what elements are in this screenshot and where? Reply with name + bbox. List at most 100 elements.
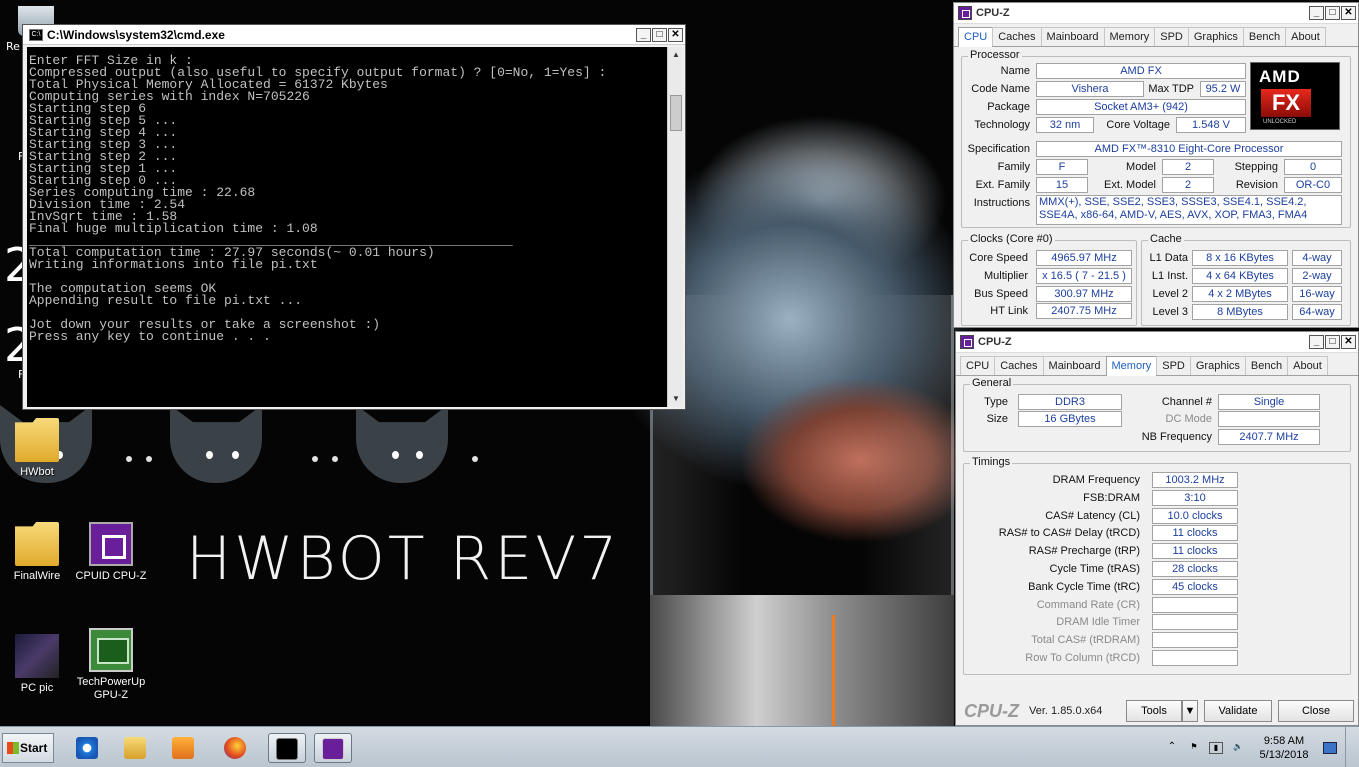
taskbar-cpuz[interactable]: [314, 733, 352, 763]
scroll-thumb[interactable]: [670, 95, 682, 131]
close-app-button[interactable]: Close: [1278, 700, 1354, 722]
show-desktop-button[interactable]: [1345, 727, 1359, 767]
tools-dropdown-icon[interactable]: ▼: [1182, 700, 1198, 722]
channel-label: Channel #: [1161, 396, 1212, 408]
tab-about[interactable]: About: [1285, 27, 1326, 46]
timing-label: DRAM Frequency: [1052, 474, 1140, 486]
console-icon: [276, 738, 298, 760]
wallpaper-dot: [312, 456, 318, 462]
close-button[interactable]: ✕: [668, 27, 683, 42]
name-label: Name: [1000, 65, 1030, 77]
timing-label: RAS# to CAS# Delay (tRCD): [998, 527, 1140, 540]
close-button[interactable]: ✕: [1341, 335, 1356, 349]
maximize-button[interactable]: □: [1325, 335, 1340, 349]
desktop-icon-label: PC pic: [20, 682, 54, 694]
validate-button[interactable]: Validate: [1204, 700, 1272, 722]
cache-level-label: Level 3: [1152, 306, 1188, 318]
close-button[interactable]: ✕: [1341, 6, 1356, 20]
core-voltage-label: Core Voltage: [1106, 119, 1170, 131]
clock[interactable]: 9:58 AM 5/13/2018: [1249, 734, 1319, 762]
cmd-window[interactable]: C:\ C:\Windows\system32\cmd.exe _ □ ✕ En…: [22, 24, 686, 410]
cmd-scrollbar[interactable]: ▲ ▼: [667, 47, 683, 407]
tab-bench[interactable]: Bench: [1242, 27, 1287, 46]
tab-graphics[interactable]: Graphics: [1189, 356, 1246, 375]
scroll-up-icon[interactable]: ▲: [668, 47, 684, 63]
tab-graphics[interactable]: Graphics: [1187, 27, 1244, 46]
desktop-icon-gpuz[interactable]: TechPowerUp GPU-Z: [74, 628, 148, 702]
ext-model-label: Ext. Model: [1104, 179, 1156, 191]
taskbar-firefox[interactable]: [220, 733, 250, 763]
cpuz-titlebar[interactable]: CPU-Z _ □ ✕: [956, 332, 1358, 353]
clock-date: 5/13/2018: [1259, 748, 1309, 761]
tab-memory[interactable]: Memory: [1105, 356, 1158, 376]
volume-icon[interactable]: 🔈: [1231, 742, 1245, 754]
tab-about[interactable]: About: [1287, 356, 1328, 375]
network-icon[interactable]: ▮: [1209, 741, 1223, 754]
tab-cpu[interactable]: CPU: [960, 356, 996, 375]
tab-mainboard[interactable]: Mainboard: [1040, 27, 1105, 46]
desktop-icon-finalwire[interactable]: FinalWire: [0, 522, 74, 583]
desktop-icon-pc-pic[interactable]: PC pic: [0, 634, 74, 695]
cache-way-value: 2-way: [1292, 268, 1342, 284]
action-center-flag-icon[interactable]: ⚑: [1187, 742, 1201, 754]
taskbar-cmd[interactable]: [268, 733, 306, 763]
cpuz-titlebar[interactable]: CPU-Z _ □ ✕: [954, 3, 1358, 24]
cache-level-label: Level 2: [1152, 288, 1188, 300]
maximize-button[interactable]: □: [652, 27, 667, 42]
desktop-icon-hwbot[interactable]: HWbot: [0, 418, 74, 479]
maximize-button[interactable]: □: [1325, 6, 1340, 20]
tab-cpu[interactable]: CPU: [958, 27, 994, 47]
timing-label: Command Rate (CR): [1036, 598, 1140, 611]
notification-icon[interactable]: [1323, 741, 1337, 754]
minimize-button[interactable]: _: [636, 27, 651, 42]
stepping-value: 0: [1284, 159, 1342, 175]
tab-caches[interactable]: Caches: [994, 356, 1044, 375]
start-button[interactable]: Start: [2, 733, 54, 763]
size-label: Size: [986, 413, 1008, 425]
family-label: Family: [997, 161, 1030, 173]
nb-frequency-label: NB Frequency: [1141, 431, 1212, 443]
name-value: AMD FX: [1036, 63, 1246, 79]
partial-icon-label: Re: [6, 40, 20, 53]
timing-value: 1003.2 MHz: [1152, 472, 1238, 488]
group-label: General: [970, 377, 1014, 389]
taskbar-explorer[interactable]: [120, 733, 150, 763]
cpuz-app-icon: [322, 738, 344, 760]
timing-label: RAS# Precharge (tRP): [1028, 545, 1140, 558]
tab-memory[interactable]: Memory: [1103, 27, 1156, 46]
cmd-console[interactable]: Enter FFT Size in k : Compressed output (…: [27, 47, 667, 407]
code-name-value: Vishera: [1036, 81, 1144, 97]
clock-time: 9:58 AM: [1263, 734, 1305, 747]
desktop-icon-cpuz[interactable]: CPUID CPU-Z: [74, 522, 148, 583]
timing-value: [1152, 650, 1238, 666]
dc-mode-value: [1218, 411, 1320, 427]
minimize-button[interactable]: _: [1309, 6, 1324, 20]
cmd-titlebar[interactable]: C:\ C:\Windows\system32\cmd.exe _ □ ✕: [23, 25, 685, 45]
taskbar-ie[interactable]: [72, 733, 102, 763]
cpuz-tabs: CPU Caches Mainboard Memory SPD Graphics Bench…: [954, 27, 1358, 47]
scroll-down-icon[interactable]: ▼: [668, 391, 684, 407]
technology-label: Technology: [974, 119, 1030, 131]
tab-spd[interactable]: SPD: [1156, 356, 1191, 375]
logo-fx: FX: [1261, 89, 1311, 117]
core-voltage-value: 1.548 V: [1176, 117, 1246, 133]
instructions-label: Instructions: [973, 197, 1030, 209]
tab-caches[interactable]: Caches: [992, 27, 1042, 46]
show-hidden-icons-icon[interactable]: ⌃: [1165, 741, 1179, 754]
tab-spd[interactable]: SPD: [1154, 27, 1189, 46]
model-value: 2: [1162, 159, 1214, 175]
timing-label: Cycle Time (tRAS): [1049, 563, 1140, 575]
wallpaper-dot: [472, 456, 478, 462]
core-speed-value: 4965.97 MHz: [1036, 250, 1132, 266]
minimize-button[interactable]: _: [1309, 335, 1324, 349]
timing-value: [1152, 596, 1238, 613]
taskbar-media[interactable]: [168, 733, 198, 763]
tools-button[interactable]: Tools: [1126, 700, 1182, 722]
tab-mainboard[interactable]: Mainboard: [1042, 356, 1107, 375]
ext-family-label: Ext. Family: [975, 179, 1030, 191]
cpuz-icon: [960, 335, 974, 349]
package-label: Package: [987, 101, 1030, 113]
tab-bench[interactable]: Bench: [1244, 356, 1289, 375]
core-speed-label: Core Speed: [969, 252, 1028, 264]
gpuz-app-icon: [89, 628, 133, 672]
